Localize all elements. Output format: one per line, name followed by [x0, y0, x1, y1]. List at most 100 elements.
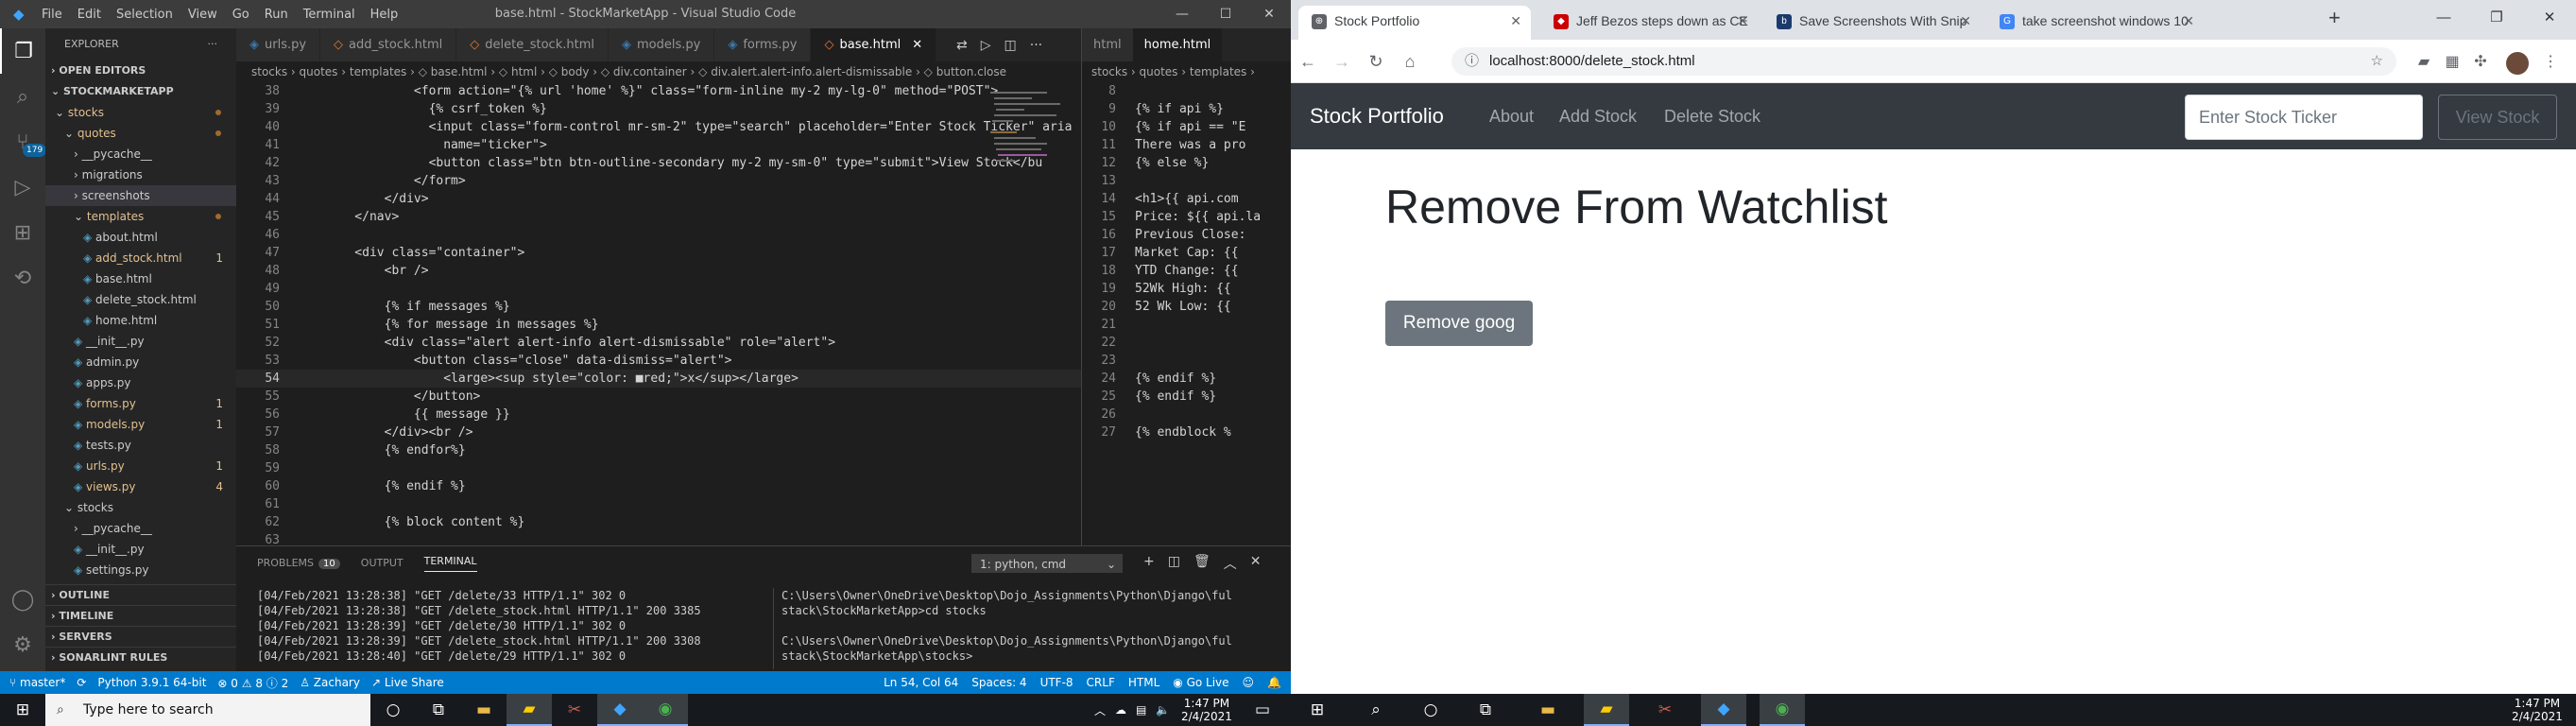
run-icon[interactable]: ▷ [981, 38, 991, 53]
tree-item[interactable]: ◈ models.py 1 [45, 414, 236, 435]
nav-link-delete-stock[interactable]: Delete Stock [1664, 83, 1760, 149]
chrome-taskbar-icon[interactable]: ◉ [1760, 694, 1805, 726]
maximize-panel-icon[interactable]: ︿ [1224, 554, 1237, 573]
cloud-icon[interactable]: ☁ [1115, 703, 1126, 717]
menu-item-edit[interactable]: Edit [77, 8, 101, 22]
tree-item[interactable]: › __pycache__ [45, 518, 236, 539]
tree-item[interactable]: ◈ about.html [45, 227, 236, 248]
close-tab-icon[interactable]: ✕ [1960, 6, 1971, 36]
minimap[interactable] [987, 82, 1072, 545]
tree-item[interactable]: › screenshots [45, 185, 236, 206]
search-icon[interactable]: ⌕ [0, 74, 45, 119]
extension-icon[interactable]: ▦ [2438, 40, 2466, 83]
minimize-icon[interactable]: — [1160, 0, 1204, 28]
close-tab-icon[interactable]: ✕ [1510, 6, 1521, 36]
windows-start-icon[interactable]: ⊞ [0, 694, 45, 726]
terminal-output-right[interactable]: C:\Users\Owner\OneDrive\Desktop\Dojo_Ass… [773, 588, 1232, 669]
tree-item[interactable]: ◈ home.html [45, 310, 236, 331]
tree-item[interactable]: ◈ admin.py [45, 352, 236, 372]
bookmark-star-icon[interactable]: ☆ [2371, 47, 2383, 76]
secondary-breadcrumb[interactable]: stocks › quotes › templates › [1082, 61, 1291, 82]
tree-item[interactable]: › __pycache__ [45, 144, 236, 164]
tree-item[interactable]: ◈ views.py 4 [45, 476, 236, 497]
tree-item[interactable]: ◈ forms.py 1 [45, 393, 236, 414]
more-actions-icon[interactable]: ··· [208, 28, 218, 60]
close-icon[interactable]: ✕ [2523, 0, 2576, 34]
project-section[interactable]: ⌄ STOCKMARKETAPP [45, 81, 236, 102]
windows-start-icon[interactable]: ⊞ [1295, 694, 1340, 726]
tree-item[interactable]: ◈ settings.py [45, 560, 236, 580]
tree-item[interactable]: ◈ add_stock.html 1 [45, 248, 236, 268]
python-interpreter[interactable]: Python 3.9.1 64-bit [97, 676, 206, 689]
go-live-button[interactable]: ◉ Go Live [1173, 676, 1228, 689]
browser-tab[interactable]: ◆ Jeff Bezos steps down as CE ✕ [1540, 6, 1758, 40]
account-icon[interactable]: ◯ [0, 577, 45, 622]
extensions-icon[interactable]: ⊞ [0, 210, 45, 255]
editor-tab[interactable]: ◇ base.html ✕ [811, 28, 937, 61]
close-tab-icon[interactable]: ✕ [2183, 6, 2194, 36]
sync-icon[interactable]: ⟳ [77, 676, 86, 689]
end-of-line[interactable]: CRLF [1087, 676, 1115, 689]
editor-tab[interactable]: ◇ add_stock.html [320, 28, 457, 61]
panel-tab-problems[interactable]: PROBLEMS 10 [257, 557, 340, 569]
editor-tab[interactable]: ◈ forms.py [714, 28, 812, 61]
navbar-brand[interactable]: Stock Portfolio [1310, 83, 1444, 149]
feedback-icon[interactable]: ☺ [1243, 676, 1255, 689]
taskbar-search[interactable]: ⌕ Type here to search [45, 694, 370, 726]
maximize-icon[interactable]: ❐ [2470, 0, 2523, 34]
file-explorer-icon[interactable]: ▬ [461, 694, 507, 726]
tree-item[interactable]: ◈ tests.py [45, 435, 236, 456]
cortana-icon[interactable]: ○ [370, 694, 416, 726]
maximize-icon[interactable]: ☐ [1204, 0, 1247, 28]
tree-item[interactable]: ⌄ stocks [45, 497, 236, 518]
terminal-output-left[interactable]: [04/Feb/2021 13:28:38] "GET /delete/33 H… [257, 588, 701, 664]
source-control-icon[interactable]: ⑂ 179 [0, 119, 47, 164]
cursor-position[interactable]: Ln 54, Col 64 [884, 676, 958, 689]
trash-icon[interactable]: 🗑 [1194, 554, 1211, 573]
explorer-icon[interactable]: ❐ [0, 28, 45, 74]
sidebar-section[interactable]: › TIMELINE [45, 605, 236, 626]
close-tab-icon[interactable]: ✕ [912, 38, 922, 52]
browser-tab[interactable]: ⊕ Stock Portfolio ✕ [1298, 6, 1531, 40]
new-tab-icon[interactable]: + [2328, 6, 2341, 30]
browser-tab[interactable]: b Save Screenshots With Snip ✕ [1763, 6, 1981, 40]
editor-tab[interactable]: html [1082, 28, 1133, 61]
tree-item[interactable]: ◈ apps.py [45, 372, 236, 393]
task-view-icon[interactable]: ⧉ [416, 694, 461, 726]
back-icon[interactable]: ← [1291, 40, 1325, 83]
menu-dots-icon[interactable]: ⋮ [2536, 40, 2565, 83]
vscode-taskbar-icon[interactable]: ◆ [1701, 694, 1746, 726]
taskbar-clock-left[interactable]: 1:47 PM 2/4/2021 [1181, 697, 1232, 723]
editor-tab[interactable]: ◈ urls.py [236, 28, 321, 61]
code-editor[interactable]: 38 <form action="{% url 'home' %}" class… [236, 82, 1081, 545]
menu-item-view[interactable]: View [188, 8, 217, 22]
editor-tab[interactable]: home.html [1132, 28, 1223, 61]
breadcrumb[interactable]: stocks › quotes › templates › ◇ base.htm… [236, 61, 1081, 82]
tree-item[interactable]: ◈ urls.py 1 [45, 456, 236, 476]
more-actions-icon[interactable]: ··· [1030, 38, 1042, 53]
remote-explorer-icon[interactable]: ⟲ [0, 255, 45, 301]
open-changes-icon[interactable]: ⇄ [956, 38, 968, 53]
ticker-search-input[interactable]: Enter Stock Ticker [2185, 95, 2423, 140]
volume-icon[interactable]: 🔈 [1156, 703, 1170, 717]
menu-item-terminal[interactable]: Terminal [303, 8, 355, 22]
tree-item[interactable]: ◈ __init__.py [45, 331, 236, 352]
branch-status[interactable]: ⑂ master* [9, 676, 65, 689]
file-explorer-icon[interactable]: ▬ [1525, 694, 1571, 726]
cortana-icon[interactable]: ○ [1408, 694, 1453, 726]
panel-tab-output[interactable]: OUTPUT [361, 557, 404, 569]
tree-item[interactable]: ⌄ quotes [45, 123, 236, 144]
tree-item[interactable]: ◈ __init__.py [45, 539, 236, 560]
problems-status[interactable]: ⊗ 0 ⚠ 8 ⓘ 2 [217, 675, 288, 691]
reload-icon[interactable]: ↻ [1359, 40, 1393, 83]
sidebar-section[interactable]: › SERVERS [45, 626, 236, 647]
home-icon[interactable]: ⌂ [1393, 40, 1427, 83]
editor-tab[interactable]: ◈ models.py [608, 28, 715, 61]
settings-gear-icon[interactable]: ⚙ [0, 622, 45, 667]
remove-stock-button[interactable]: Remove goog [1385, 301, 1533, 346]
menu-item-go[interactable]: Go [232, 8, 249, 22]
browser-tab[interactable]: Gtake screenshot windows 10 ✕ [1986, 6, 2204, 40]
search-icon[interactable]: ⌕ [1353, 694, 1399, 726]
menu-item-file[interactable]: File [42, 8, 62, 22]
liveshare-status[interactable]: ↗ Live Share [371, 676, 444, 689]
